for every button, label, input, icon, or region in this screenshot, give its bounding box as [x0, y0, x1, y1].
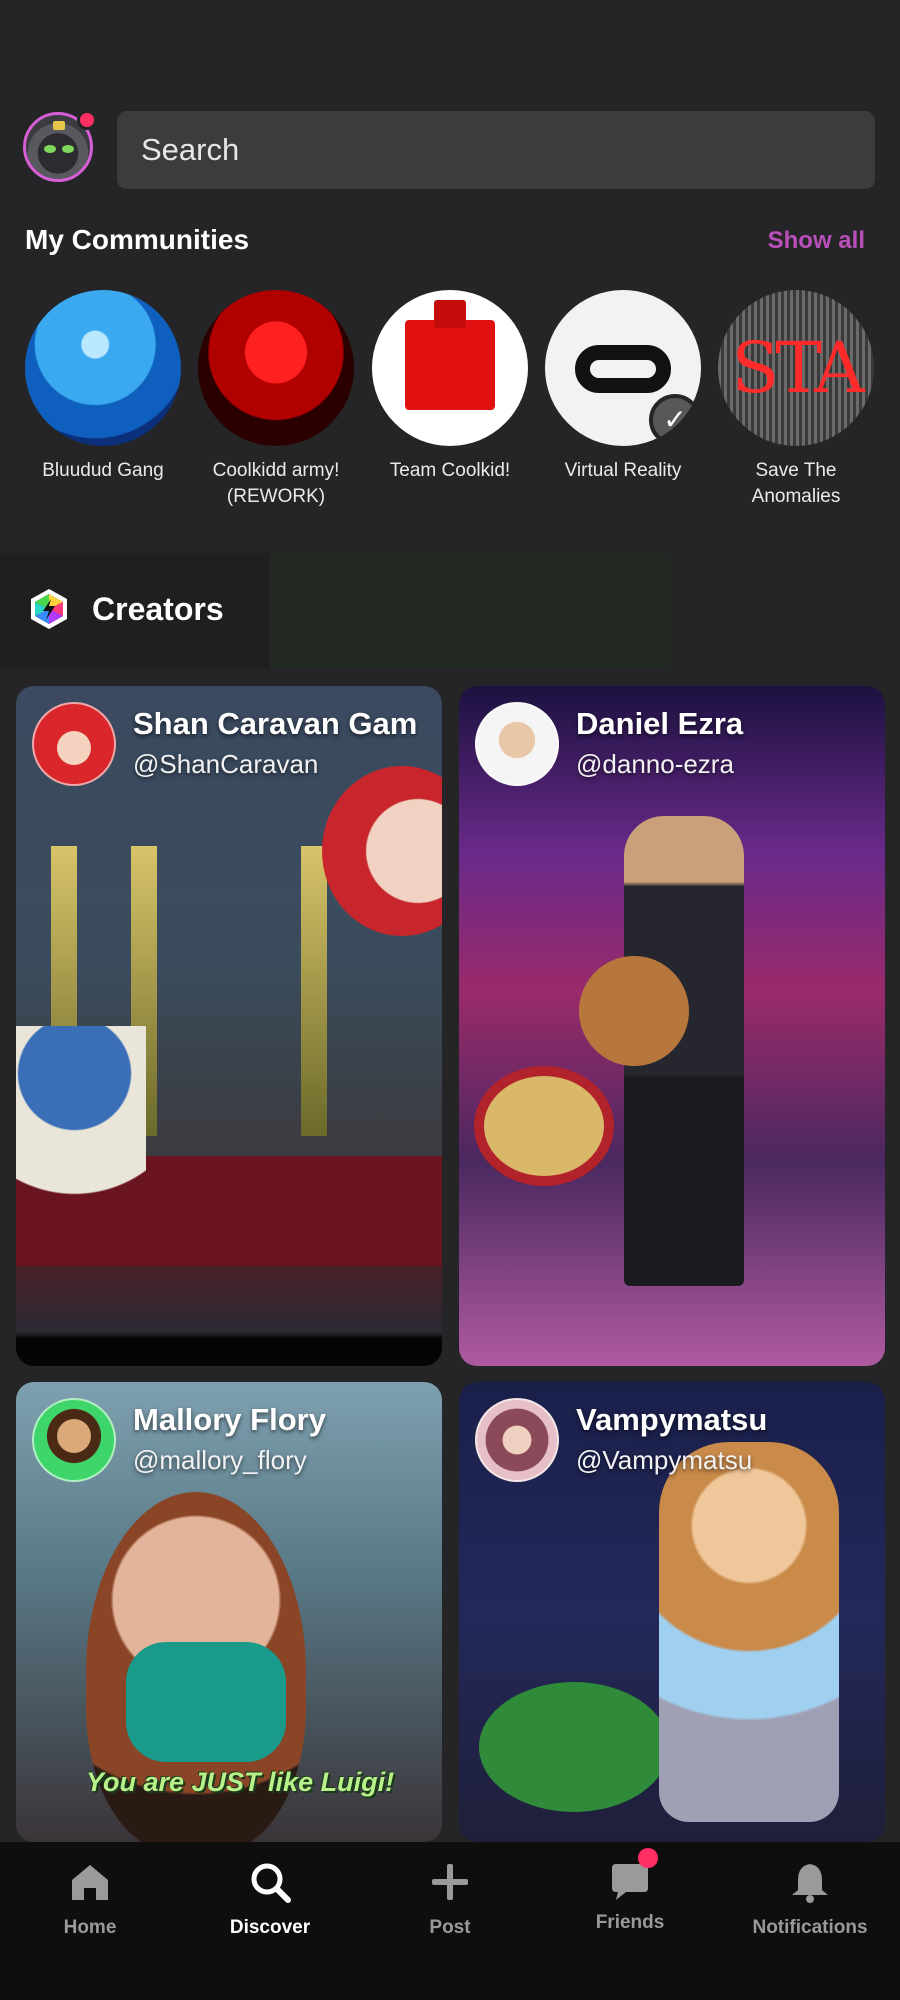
nav-post[interactable]: Post: [360, 1860, 540, 1939]
bell-icon: [792, 1864, 828, 1903]
friends-badge: [638, 1848, 658, 1868]
community-image: ✓: [545, 290, 701, 446]
creator-handle: @ShanCaravan: [133, 749, 319, 779]
creator-avatar: [32, 1398, 116, 1482]
community-name: Virtual Reality: [564, 460, 682, 481]
creator-card-shan-caravan[interactable]: Shan Caravan Gam @ShanCaravan: [16, 686, 442, 1366]
nav-label: Notifications: [752, 1917, 868, 1938]
creators-hexagon-icon: [31, 589, 67, 629]
creator-avatar: [32, 702, 116, 786]
community-name: Bluudud Gang: [42, 460, 164, 481]
nav-label: Post: [429, 1917, 471, 1938]
community-image: STA: [718, 290, 874, 446]
creator-name: Shan Caravan Gam: [133, 706, 418, 741]
community-name: Team Coolkid!: [389, 460, 511, 481]
creator-avatar: [475, 1398, 559, 1482]
creator-avatar: [475, 702, 559, 786]
creator-name: Daniel Ezra: [576, 706, 744, 741]
nav-label: Home: [63, 1917, 117, 1938]
show-all-link[interactable]: Show all: [768, 227, 865, 255]
community-image: [198, 290, 354, 446]
verified-check-icon: ✓: [649, 394, 701, 446]
home-icon: [72, 1865, 108, 1900]
creator-card-daniel-ezra[interactable]: Daniel Ezra @danno-ezra: [459, 686, 885, 1366]
nav-notifications[interactable]: Notifications: [720, 1860, 900, 1939]
community-virtual-reality[interactable]: ✓ Virtual Reality: [537, 290, 709, 484]
chat-icon: [608, 1848, 658, 1904]
creator-handle: @danno-ezra: [576, 749, 734, 779]
community-bluudud-gang[interactable]: Bluudud Gang: [17, 290, 189, 484]
nav-label: Discover: [229, 1917, 311, 1938]
community-team-coolkid[interactable]: Team Coolkid!: [364, 290, 536, 484]
creator-card-vampymatsu[interactable]: Vampymatsu @Vampymatsu: [459, 1382, 885, 1842]
top-bar: Search: [0, 0, 900, 210]
community-image: [25, 290, 181, 446]
nav-label: Friends: [595, 1912, 665, 1933]
search-input[interactable]: Search: [117, 111, 875, 189]
creator-name: Mallory Flory: [133, 1402, 326, 1437]
creator-handle: @Vampymatsu: [576, 1445, 753, 1475]
community-name: Save The Anomalies: [751, 460, 841, 507]
notification-dot: [77, 110, 97, 130]
community-image: [372, 290, 528, 446]
communities-list: Bluudud Gang Coolkidd army! (REWORK) Tea…: [0, 290, 900, 520]
vr-headset-icon: [575, 345, 671, 393]
video-caption: You are JUST like Luigi!: [86, 1767, 395, 1797]
creator-name: Vampymatsu: [576, 1402, 768, 1437]
creators-title: Creators: [92, 591, 224, 627]
creator-handle: @mallory_flory: [133, 1445, 307, 1475]
nav-friends[interactable]: Friends: [540, 1848, 720, 1934]
community-save-the-anomalies[interactable]: STA Save The Anomalies: [710, 290, 882, 510]
community-name: Coolkidd army! (REWORK): [212, 460, 340, 507]
nav-discover[interactable]: Discover: [180, 1860, 360, 1939]
bottom-nav: Home Discover Post Friends Notifications: [0, 1842, 900, 2000]
search-icon: [251, 1863, 291, 1903]
nav-home[interactable]: Home: [0, 1860, 180, 1939]
community-coolkidd-army[interactable]: Coolkidd army! (REWORK): [190, 290, 362, 510]
creator-card-mallory-flory[interactable]: You are JUST like Luigi! Mallory Flory @…: [16, 1382, 442, 1842]
profile-avatar[interactable]: [23, 110, 97, 182]
plus-icon: [432, 1864, 468, 1900]
communities-title: My Communities: [25, 224, 250, 255]
